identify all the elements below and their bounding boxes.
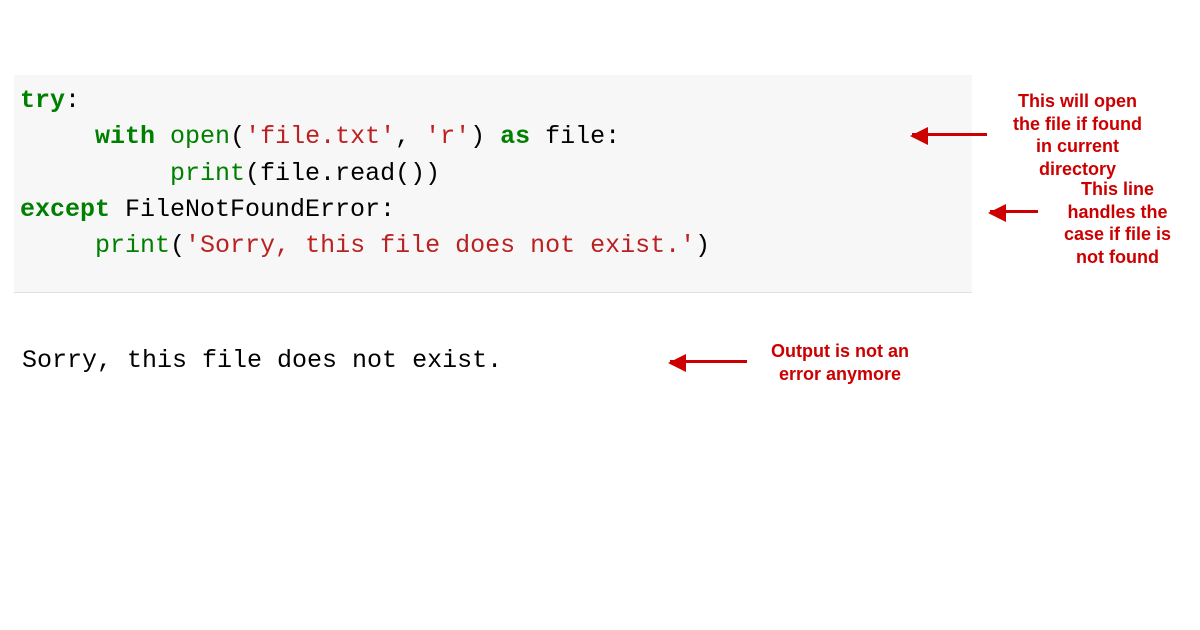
annotation-open-file: This will openthe file if foundin curren… [990,90,1165,180]
code-line-5: print('Sorry, this file does not exist.'… [20,228,966,264]
keyword-with: with [95,122,155,151]
keyword-except: except [20,195,110,224]
arrow-icon [912,133,987,136]
keyword-try: try [20,86,65,115]
string-mode: 'r' [425,122,470,151]
builtin-print: print [170,159,245,188]
code-line-3: print(file.read()) [20,156,966,192]
code-block: try: with open('file.txt', 'r') as file:… [14,75,972,293]
output-text: Sorry, this file does not exist. [22,346,502,375]
annotation-output: Output is not anerror anymore [750,340,930,385]
arrow-icon [990,210,1038,213]
builtin-open: open [170,122,230,151]
code-line-2: with open('file.txt', 'r') as file: [20,119,966,155]
code-line-1: try: [20,83,966,119]
annotation-except: This linehandles thecase if file isnot f… [1040,178,1195,268]
keyword-as: as [500,122,530,151]
string-filename: 'file.txt' [245,122,395,151]
arrow-icon [670,360,747,363]
string-message: 'Sorry, this file does not exist.' [185,231,695,260]
code-line-4: except FileNotFoundError: [20,192,966,228]
builtin-print: print [95,231,170,260]
